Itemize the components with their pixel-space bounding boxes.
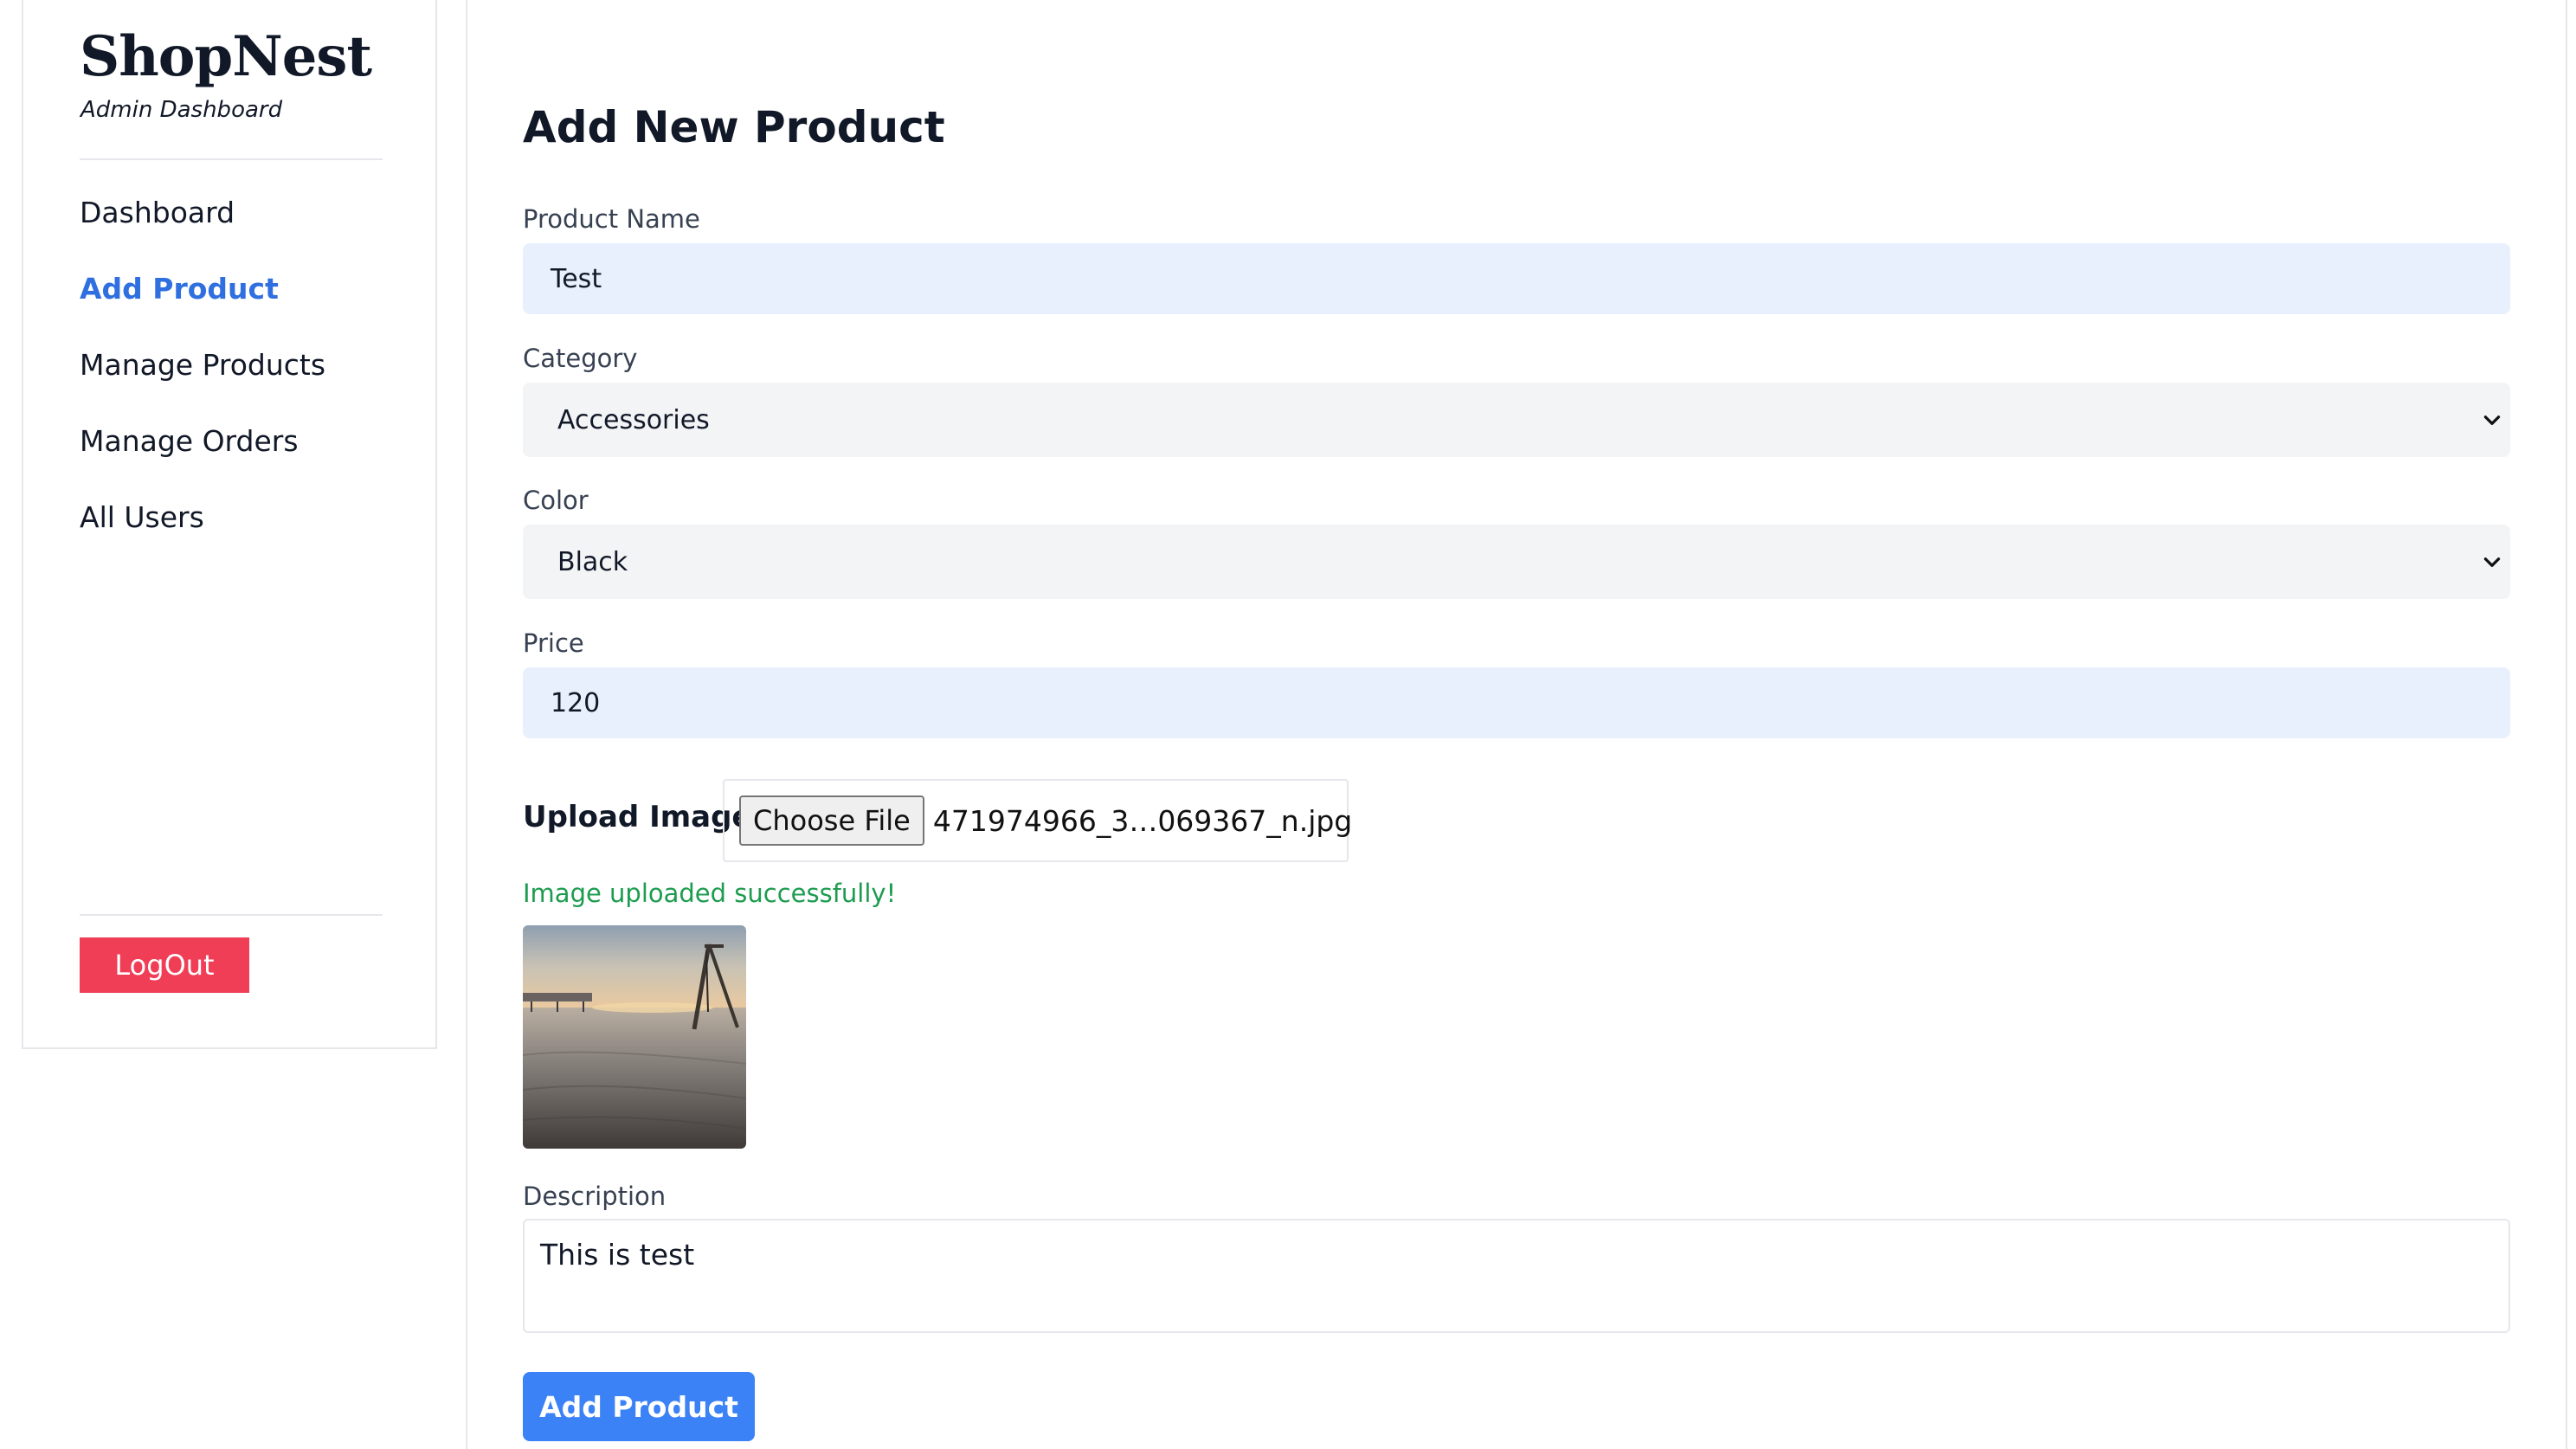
chevron-down-icon xyxy=(2483,415,2501,425)
category-selected-value: Accessories xyxy=(557,404,710,435)
product-name-input[interactable]: Test xyxy=(523,243,2510,314)
color-select[interactable]: Black xyxy=(523,525,2510,599)
upload-status-message: Image uploaded successfully! xyxy=(523,879,897,908)
chevron-down-icon xyxy=(2483,557,2501,567)
sidebar-divider-top xyxy=(80,158,383,160)
uploaded-image-thumbnail xyxy=(523,925,746,1149)
sidebar-item-manage-orders[interactable]: Manage Orders xyxy=(80,424,299,458)
main-right-border xyxy=(2566,0,2567,1449)
logout-button[interactable]: LogOut xyxy=(80,937,249,993)
sidebar-item-manage-products[interactable]: Manage Products xyxy=(80,348,325,382)
main-left-border xyxy=(466,0,467,1449)
sidebar-item-all-users[interactable]: All Users xyxy=(80,500,204,534)
price-input[interactable]: 120 xyxy=(523,667,2510,738)
price-label: Price xyxy=(523,628,584,658)
category-select[interactable]: Accessories xyxy=(523,383,2510,457)
product-name-label: Product Name xyxy=(523,204,700,234)
choose-file-button[interactable]: Choose File xyxy=(739,795,924,846)
image-preview xyxy=(523,925,746,1149)
file-input[interactable]: Choose File 471974966_3…069367_n.jpg xyxy=(723,779,1353,862)
brand-subtitle: Admin Dashboard xyxy=(80,97,283,123)
color-label: Color xyxy=(523,486,589,515)
category-label: Category xyxy=(523,344,638,373)
page-title: Add New Product xyxy=(523,102,945,152)
sidebar-item-add-product[interactable]: Add Product xyxy=(80,272,279,306)
sidebar: ShopNest Admin Dashboard Dashboard Add P… xyxy=(22,0,437,1049)
add-product-button[interactable]: Add Product xyxy=(523,1372,755,1441)
upload-image-label: Upload Image xyxy=(523,800,752,834)
sidebar-item-dashboard[interactable]: Dashboard xyxy=(80,196,235,229)
sidebar-divider-bottom xyxy=(80,914,383,916)
description-label: Description xyxy=(523,1182,667,1211)
brand-logo: ShopNest xyxy=(80,24,372,89)
selected-file-name: 471974966_3…069367_n.jpg xyxy=(932,803,1353,838)
color-selected-value: Black xyxy=(557,546,628,577)
description-textarea[interactable]: This is test xyxy=(523,1219,2510,1333)
